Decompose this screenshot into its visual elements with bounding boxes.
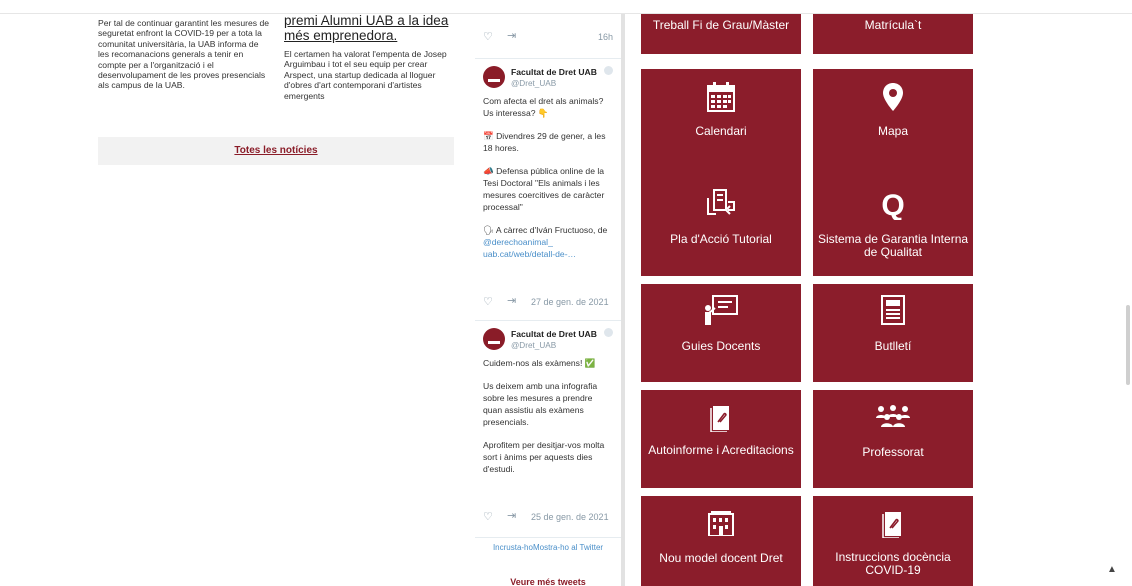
tile-instruccions-covid[interactable]: Instruccions docència COVID-19 <box>813 496 973 586</box>
tweet-item[interactable]: Facultat de Dret UAB @Dret_UAB Cuidem-no… <box>475 320 621 536</box>
tweet-author-name[interactable]: Facultat de Dret UAB <box>511 67 605 77</box>
news-item-description: El certamen ha valorat l'empenta de Jose… <box>284 49 447 101</box>
scroll-up-arrow-icon[interactable]: ▲ <box>1107 564 1117 575</box>
tile-label: Matrícula`t <box>864 18 922 32</box>
twitter-scrollbar[interactable] <box>621 14 625 586</box>
page-scrollbar[interactable] <box>1126 305 1130 385</box>
tutorial-plan-icon <box>707 189 735 215</box>
tile-label: Autoinforme i Acreditacions <box>648 443 794 457</box>
news-item-alumni: premi Alumni UAB a la idea més emprenedo… <box>284 13 456 101</box>
avatar[interactable] <box>483 328 505 350</box>
tweet-item[interactable]: Facultat de Dret UAB @Dret_UAB Com afect… <box>475 58 621 326</box>
tweet-mention-link[interactable]: @derechoanimal_ <box>483 237 553 247</box>
tile-label: Mapa <box>877 124 909 138</box>
share-icon[interactable]: ⇥ <box>507 29 516 42</box>
map-pin-icon <box>883 83 903 111</box>
group-people-icon <box>876 405 910 427</box>
heart-icon[interactable]: ♡ <box>483 510 493 523</box>
tweet-paragraph: Aprofitem per desitjar-vos molta sort i … <box>483 440 605 474</box>
tweet-header: Facultat de Dret UAB @Dret_UAB <box>483 321 613 357</box>
tweet-author-handle[interactable]: @Dret_UAB <box>511 341 556 350</box>
news-item-title-link[interactable]: premi Alumni UAB a la idea més emprenedo… <box>284 13 456 43</box>
calendar-icon <box>707 82 735 112</box>
document-icon <box>881 295 905 325</box>
tile-mapa[interactable]: Mapa <box>813 69 973 186</box>
tile-label: Butlletí <box>874 339 912 353</box>
tweet-date[interactable]: 27 de gen. de 2021 <box>531 297 609 307</box>
report-icon <box>710 406 729 432</box>
all-news-link[interactable]: Totes les notícies <box>98 137 454 165</box>
tile-label: Pla d'Acció Tutorial <box>670 232 772 246</box>
tweet-paragraph: Cuidem-nos als exàmens! ✅ <box>483 358 596 368</box>
tile-tfg[interactable]: Treball Fi de Grau/Màster <box>641 14 801 54</box>
quality-q-icon: Q <box>881 189 904 220</box>
tile-sistema-garantia[interactable]: Q Sistema de Garantia Interna de Qualita… <box>813 176 973 276</box>
tile-label: Instruccions docència COVID-19 <box>835 550 951 577</box>
tile-autoinforme[interactable]: Autoinforme i Acreditacions <box>641 390 801 488</box>
more-tweets-link[interactable]: Veure més tweets <box>475 577 621 586</box>
tweet-paragraph: 🗣 A càrrec d'Iván Fructuoso, de @derecho… <box>483 224 613 260</box>
tweet-paragraph: Us deixem amb una infografia sobre les m… <box>483 381 598 427</box>
tweet-author-name[interactable]: Facultat de Dret UAB <box>511 329 605 339</box>
verified-icon <box>604 66 613 75</box>
teacher-board-icon <box>705 295 738 325</box>
tweet-paragraph: 📣 Defensa pública online de la Tesi Doct… <box>483 166 605 212</box>
tweet-actions: ♡ ⇥ 25 de gen. de 2021 <box>475 510 621 526</box>
share-icon[interactable]: ⇥ <box>507 509 516 522</box>
tweet-paragraph: 📅 Divendres 29 de gener, a les 18 hores. <box>483 131 606 153</box>
tweet-text: Cuidem-nos als exàmens! ✅ Us deixem amb … <box>483 357 613 475</box>
tile-professorat[interactable]: Professorat <box>813 390 973 488</box>
building-icon <box>708 511 734 536</box>
tweet-paragraph-text: 🗣 A càrrec d'Iván Fructuoso, de <box>483 225 608 235</box>
twitter-timeline: ♡ ⇥ 16h Facultat de Dret UAB @Dret_UAB C… <box>475 14 625 586</box>
tweet-paragraph: Com afecta el dret als animals? Us inter… <box>483 96 604 118</box>
tweet-url-link[interactable]: uab.cat/web/detall-de-… <box>483 249 576 259</box>
tweet-actions-top: ♡ ⇥ 16h <box>475 30 621 46</box>
svg-text:Q: Q <box>881 189 904 220</box>
verified-icon <box>604 328 613 337</box>
tweet-author-handle[interactable]: @Dret_UAB <box>511 79 556 88</box>
tile-guies-docents[interactable]: Guies Docents <box>641 284 801 382</box>
tile-label: Guies Docents <box>681 339 761 353</box>
avatar[interactable] <box>483 66 505 88</box>
report-icon <box>882 512 901 538</box>
tile-butlleti[interactable]: Butlletí <box>813 284 973 382</box>
tile-matricula[interactable]: Matrícula`t <box>813 14 973 54</box>
tweet-time[interactable]: 16h <box>598 32 613 42</box>
twitter-feed: ♡ ⇥ 16h Facultat de Dret UAB @Dret_UAB C… <box>475 14 621 586</box>
tweet-header: Facultat de Dret UAB @Dret_UAB <box>483 59 613 95</box>
news-item-text-covid: Per tal de continuar garantint les mesur… <box>98 18 270 91</box>
tile-label: Treball Fi de Grau/Màster <box>652 18 790 32</box>
tile-label: Nou model docent Dret <box>659 551 783 565</box>
tile-label: Calendari <box>695 124 747 138</box>
heart-icon[interactable]: ♡ <box>483 295 493 308</box>
tweet-actions: ♡ ⇥ 27 de gen. de 2021 <box>475 295 621 311</box>
share-icon[interactable]: ⇥ <box>507 294 516 307</box>
tile-calendari[interactable]: Calendari <box>641 69 801 186</box>
tweet-date[interactable]: 25 de gen. de 2021 <box>531 512 609 522</box>
tile-pla-accio-tutorial[interactable]: Pla d'Acció Tutorial <box>641 176 801 276</box>
heart-icon[interactable]: ♡ <box>483 30 493 43</box>
tile-nou-model-docent[interactable]: Nou model docent Dret <box>641 496 801 586</box>
tile-label: Sistema de Garantia Interna de Qualitat <box>817 232 969 259</box>
twitter-embed-footer[interactable]: Incrusta-hoMostra-ho al Twitter <box>475 537 621 557</box>
tile-label: Professorat <box>862 445 924 459</box>
tweet-text: Com afecta el dret als animals? Us inter… <box>483 95 613 260</box>
